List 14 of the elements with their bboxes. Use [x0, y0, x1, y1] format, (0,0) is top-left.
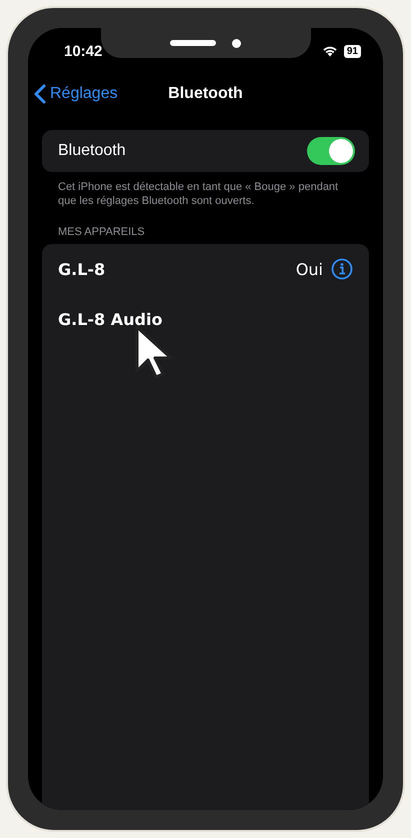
info-icon[interactable]: [331, 258, 353, 280]
device-status: Oui: [296, 260, 323, 278]
back-button[interactable]: Réglages: [34, 84, 118, 104]
chevron-left-icon: [34, 84, 46, 104]
bluetooth-label: Bluetooth: [58, 142, 126, 160]
battery-level: 91: [344, 44, 361, 58]
screen-title: Bluetooth: [168, 85, 243, 103]
device-name[interactable]: G.L-8 Audio: [58, 310, 162, 328]
section-header: MES APPAREILS: [58, 226, 146, 238]
device-name[interactable]: G.L-8: [58, 260, 106, 278]
bluetooth-footer-text: Cet iPhone est détectable en tant que « Bouge » pendant que les réglages Bluetooth sont ouverts.: [58, 180, 340, 208]
wifi-icon: [322, 45, 338, 57]
status-time: 10:42: [64, 42, 102, 60]
bluetooth-toggle[interactable]: [307, 137, 355, 165]
